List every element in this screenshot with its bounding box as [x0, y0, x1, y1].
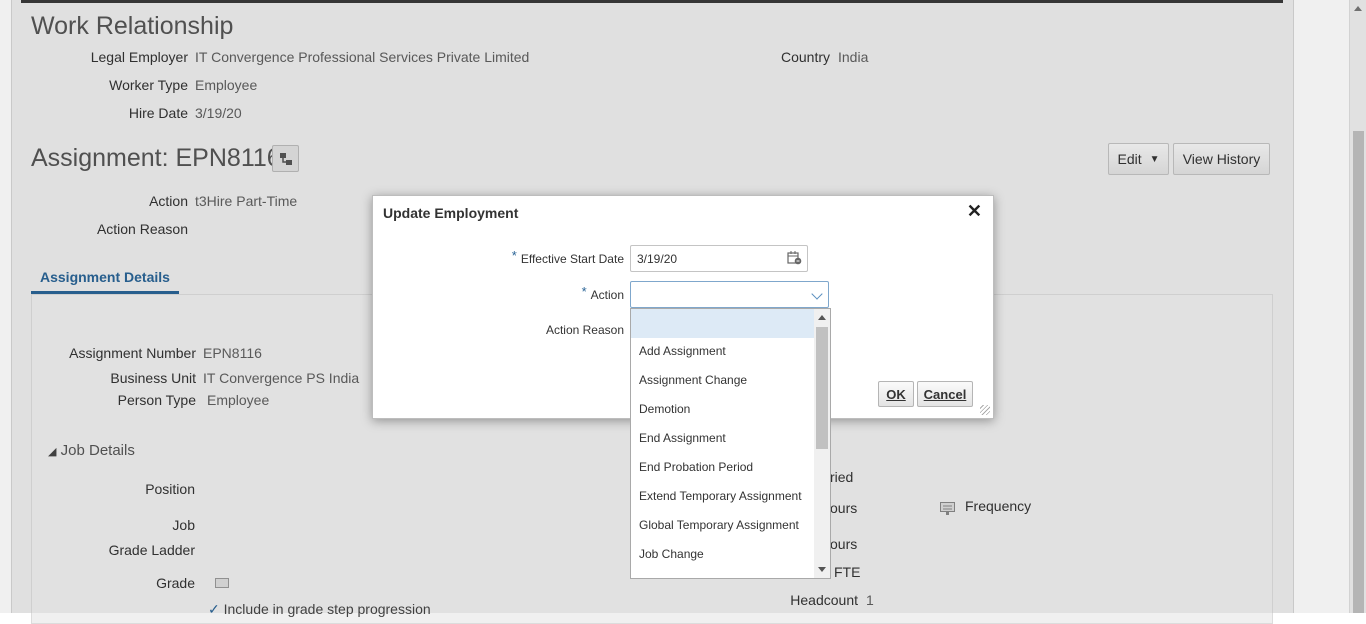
dropdown-option[interactable]: Job Change [631, 539, 815, 568]
calendar-icon[interactable] [787, 251, 802, 265]
action-select[interactable] [630, 281, 829, 308]
dialog-title: Update Employment [383, 205, 519, 221]
dropdown-option[interactable]: End Probation Period [631, 452, 815, 481]
dropdown-option[interactable]: Location Change [631, 568, 815, 579]
ok-button[interactable]: OK [878, 381, 914, 407]
effective-start-date-label: * Effective Start Date [393, 248, 624, 266]
action-reason-field-label: Action Reason [545, 323, 624, 337]
dropdown-option-blank[interactable] [631, 309, 815, 338]
required-icon: * [511, 248, 517, 263]
scroll-up-arrow-icon[interactable] [818, 315, 826, 320]
dropdown-scrollbar[interactable] [814, 309, 830, 578]
effective-start-date-label-text: Effective Start Date [520, 252, 624, 266]
chevron-down-icon[interactable] [811, 288, 823, 300]
dropdown-option[interactable]: End Assignment [631, 423, 815, 452]
dropdown-option[interactable]: Demotion [631, 394, 815, 423]
dropdown-option[interactable]: Extend Temporary Assignment [631, 481, 815, 510]
dropdown-option[interactable]: Global Temporary Assignment [631, 510, 815, 539]
dropdown-option[interactable]: Add Assignment [631, 336, 815, 365]
cancel-button[interactable]: Cancel [917, 381, 973, 407]
action-field-label-text: Action [590, 288, 624, 302]
action-field-label: * Action [393, 284, 624, 302]
scroll-down-arrow-icon[interactable] [818, 567, 826, 572]
dropdown-option[interactable]: Assignment Change [631, 365, 815, 394]
effective-start-date-value: 3/19/20 [637, 251, 678, 266]
dropdown-scrollbar-thumb[interactable] [816, 327, 828, 449]
resize-handle-icon[interactable] [980, 405, 990, 415]
close-icon[interactable]: ✕ [967, 201, 982, 222]
effective-start-date-input[interactable]: 3/19/20 [630, 245, 808, 272]
required-icon: * [581, 284, 587, 299]
action-dropdown-list[interactable]: Add Assignment Assignment Change Demotio… [630, 308, 831, 579]
